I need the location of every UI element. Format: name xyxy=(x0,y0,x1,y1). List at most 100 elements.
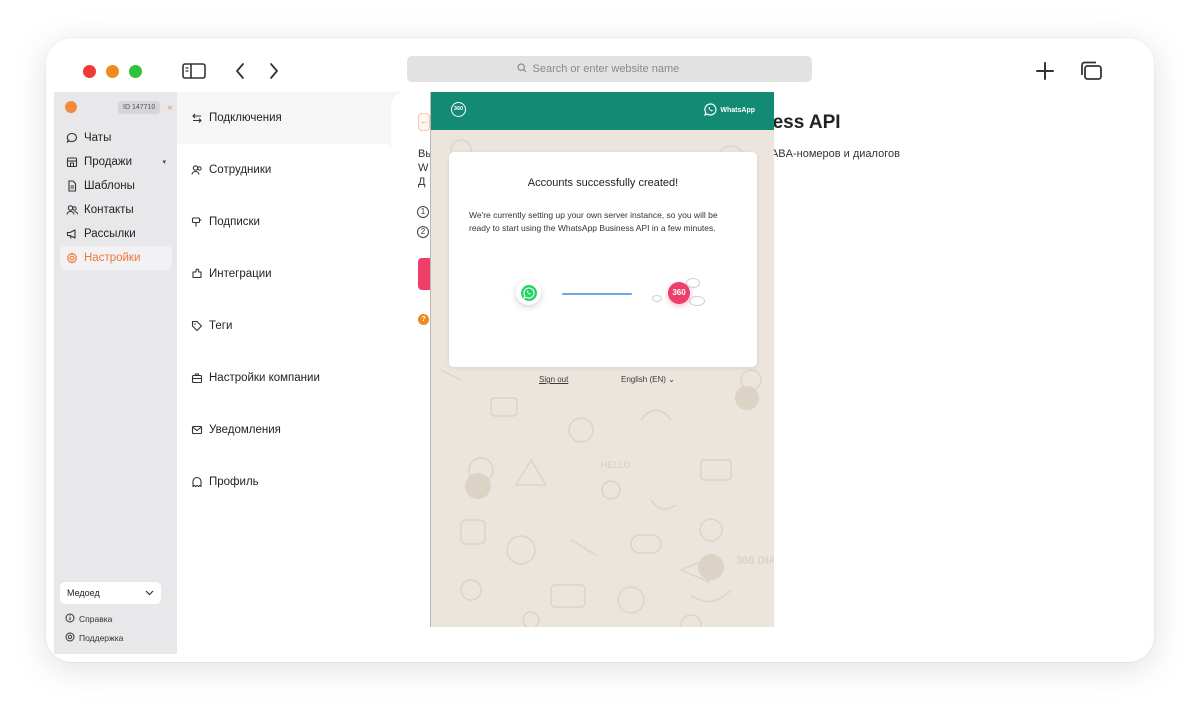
settings-item-label: Теги xyxy=(209,320,233,332)
whatsapp-brand: WhatsApp xyxy=(704,103,755,118)
account-select-value: Медоед xyxy=(67,588,100,598)
maximize-window-button[interactable] xyxy=(129,65,142,78)
sidebar-item-label: Шаблоны xyxy=(84,180,135,192)
popup-footer: Sign out English (EN) ⌄ xyxy=(431,375,774,389)
text-fragment: W xyxy=(418,162,429,174)
popup-header: 360 WhatsApp xyxy=(431,92,774,130)
whatsapp-logo-icon xyxy=(516,280,541,305)
contacts-icon xyxy=(65,204,78,217)
help-badge-icon: ? xyxy=(418,314,429,325)
chevron-down-icon xyxy=(145,588,154,598)
connect-button[interactable] xyxy=(418,258,430,290)
back-arrow-icon[interactable] xyxy=(226,58,254,84)
sidebar-item-mailings[interactable]: Рассылки xyxy=(60,222,172,246)
mail-icon xyxy=(191,424,203,436)
settings-nav-panel: Подключения Сотрудники Подписки Интеграц… xyxy=(177,92,391,654)
sidebar-toggle-icon[interactable] xyxy=(180,58,208,84)
info-icon xyxy=(65,613,75,625)
profile-icon xyxy=(191,476,203,488)
browser-window: ID 147710 « Чаты Продажи ▾ Шаблоны xyxy=(46,38,1154,662)
sidebar-item-contacts[interactable]: Контакты xyxy=(60,198,172,222)
page-description: WABA-номеров и диалогов xyxy=(761,148,900,160)
step-number: 2 xyxy=(417,226,429,238)
brand-360-logo-icon: 360 xyxy=(451,102,466,117)
sidebar-item-templates[interactable]: Шаблоны xyxy=(60,174,172,198)
success-card: Accounts successfully created! We're cur… xyxy=(449,152,757,367)
store-icon xyxy=(65,156,78,169)
help-link[interactable]: Справка xyxy=(65,613,112,625)
megaphone-icon xyxy=(65,228,78,241)
settings-item-label: Сотрудники xyxy=(209,164,272,176)
gear-icon xyxy=(65,252,78,265)
progress-connector xyxy=(562,293,632,295)
chevron-down-icon: ▾ xyxy=(162,159,166,166)
search-icon xyxy=(516,62,527,76)
whatsapp-icon xyxy=(704,103,717,118)
settings-item-tags[interactable]: Теги xyxy=(177,300,391,352)
whatsapp-signup-popup: 360 DIALOG HELLO 360 WhatsApp Accounts s… xyxy=(430,92,774,627)
text-fragment: Д xyxy=(418,176,426,188)
cloud-icon xyxy=(689,296,705,306)
settings-item-label: Уведомления xyxy=(209,424,281,436)
language-select[interactable]: English (EN) ⌄ xyxy=(621,375,675,384)
settings-item-label: Подписки xyxy=(209,216,260,228)
settings-item-label: Интеграции xyxy=(209,268,272,280)
settings-item-subscriptions[interactable]: Подписки xyxy=(177,196,391,248)
sidebar-item-label: Рассылки xyxy=(84,228,136,240)
sidebar-item-chats[interactable]: Чаты xyxy=(60,126,172,150)
success-message: We're currently setting up your own serv… xyxy=(469,210,718,233)
settings-item-label: Подключения xyxy=(209,112,282,124)
settings-item-label: Профиль xyxy=(209,476,259,488)
support-link[interactable]: Поддержка xyxy=(65,632,123,644)
browser-toolbar xyxy=(46,38,1154,92)
tabs-overview-icon[interactable] xyxy=(1077,58,1105,84)
settings-item-profile[interactable]: Профиль xyxy=(177,456,391,508)
brand-logo-icon xyxy=(65,101,77,113)
sign-out-link[interactable]: Sign out xyxy=(539,375,568,384)
sidebar-item-label: Чаты xyxy=(84,132,112,144)
tag-icon xyxy=(191,320,203,332)
close-window-button[interactable] xyxy=(83,65,96,78)
doodle-hello-text: HELLO xyxy=(601,460,631,470)
settings-item-company[interactable]: Настройки компании xyxy=(177,352,391,404)
sidebar-item-sales[interactable]: Продажи ▾ xyxy=(60,150,172,174)
minimize-window-button[interactable] xyxy=(106,65,119,78)
document-icon xyxy=(65,180,78,193)
step-number: 1 xyxy=(417,206,429,218)
sidebar-item-settings[interactable]: Настройки xyxy=(60,246,172,270)
settings-list-filler xyxy=(177,508,391,654)
integration-icon xyxy=(191,268,203,280)
whatsapp-label: WhatsApp xyxy=(720,107,755,114)
support-icon xyxy=(65,632,75,644)
support-link-label: Поддержка xyxy=(79,633,124,643)
cloud-icon xyxy=(652,295,662,302)
chat-icon xyxy=(65,132,78,145)
new-tab-plus-icon[interactable] xyxy=(1031,58,1059,84)
settings-item-integrations[interactable]: Интеграции xyxy=(177,248,391,300)
account-id-badge: ID 147710 xyxy=(118,101,161,114)
badge-360-icon: 360 xyxy=(668,282,690,304)
settings-item-notifications[interactable]: Уведомления xyxy=(177,404,391,456)
address-bar[interactable] xyxy=(407,56,812,82)
swap-icon xyxy=(191,112,203,124)
settings-item-connections[interactable]: Подключения xyxy=(177,92,391,144)
collapse-sidebar-icon[interactable]: « xyxy=(163,100,177,114)
chevron-down-icon: ⌄ xyxy=(668,375,675,384)
sidebar-item-label: Продажи xyxy=(84,156,133,168)
main-sidebar: ID 147710 « Чаты Продажи ▾ Шаблоны Конта… xyxy=(54,92,177,654)
url-input[interactable] xyxy=(532,63,703,75)
settings-item-label: Настройки компании xyxy=(209,372,320,384)
sidebar-item-label: Настройки xyxy=(84,252,141,264)
forward-arrow-icon[interactable] xyxy=(260,58,288,84)
subscription-icon xyxy=(191,216,203,228)
language-select-label: English (EN) xyxy=(621,375,666,384)
help-link-label: Справка xyxy=(79,614,113,624)
sidebar-item-label: Контакты xyxy=(84,204,134,216)
success-title: Accounts successfully created! xyxy=(527,177,679,189)
back-button[interactable]: ← xyxy=(418,113,430,131)
account-select[interactable]: Медоед xyxy=(60,582,161,604)
users-icon xyxy=(191,164,203,176)
settings-item-employees[interactable]: Сотрудники xyxy=(177,144,391,196)
watermark-text: 360 DIALOG xyxy=(736,555,774,567)
briefcase-icon xyxy=(191,372,203,384)
